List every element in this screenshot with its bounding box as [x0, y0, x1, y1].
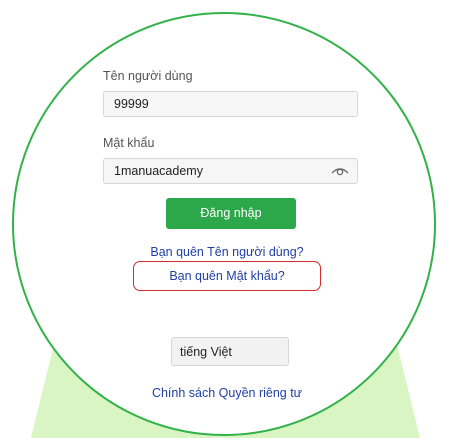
forgot-username-link[interactable]: Bạn quên Tên người dùng? — [120, 245, 334, 259]
eye-icon[interactable] — [331, 165, 349, 177]
language-selector[interactable]: tiếng Việt — [171, 337, 289, 366]
forgot-password-link[interactable]: Bạn quên Mật khẩu? — [133, 269, 321, 283]
username-label: Tên người dùng — [103, 69, 193, 83]
password-value: 1manuacademy — [114, 164, 203, 178]
language-selected-value: tiếng Việt — [180, 345, 232, 359]
privacy-policy-link[interactable]: Chính sách Quyền riêng tư — [120, 386, 334, 400]
password-field[interactable]: 1manuacademy — [103, 158, 358, 184]
username-field[interactable]: 99999 — [103, 91, 358, 117]
username-value: 99999 — [114, 97, 149, 111]
password-label: Mật khẩu — [103, 136, 155, 150]
login-button[interactable]: Đăng nhập — [166, 198, 296, 229]
